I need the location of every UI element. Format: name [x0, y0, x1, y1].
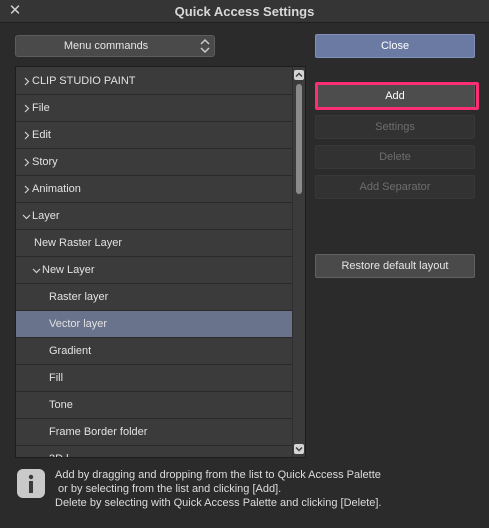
help-text-line-1: Add by dragging and dropping from the li…: [55, 469, 381, 481]
info-icon: [17, 469, 45, 498]
tree-item[interactable]: Layer: [16, 203, 293, 230]
scrollbar-thumb[interactable]: [296, 84, 302, 194]
tree-item[interactable]: Story: [16, 149, 293, 176]
tree-item[interactable]: Raster layer: [16, 284, 293, 311]
tree-item[interactable]: Gradient: [16, 338, 293, 365]
tree-item-label: Story: [32, 156, 58, 168]
tree-item[interactable]: New Raster Layer: [16, 230, 293, 257]
tree-item[interactable]: CLIP STUDIO PAINT: [16, 68, 293, 95]
tree-item-label: Gradient: [49, 345, 92, 357]
add-button-highlight: [315, 82, 479, 110]
tree-item-label: Raster layer: [49, 291, 109, 303]
restore-default-layout-button[interactable]: Restore default layout: [315, 254, 475, 278]
delete-button[interactable]: Delete: [315, 145, 475, 169]
tree-item[interactable]: Fill: [16, 365, 293, 392]
tree-item[interactable]: File: [16, 95, 293, 122]
tree-item[interactable]: Animation: [16, 176, 293, 203]
up-down-chevron-icon: [199, 37, 211, 55]
window-title: Quick Access Settings: [174, 4, 315, 19]
chevron-right-icon[interactable]: [22, 68, 32, 94]
chevron-down-icon[interactable]: [32, 257, 42, 283]
tree-item[interactable]: 3D l...: [16, 446, 293, 457]
tree-item-label: Frame Border folder: [49, 426, 148, 438]
tree-item[interactable]: Vector layer: [16, 311, 293, 338]
chevron-right-icon[interactable]: [22, 122, 32, 148]
command-tree-list[interactable]: CLIP STUDIO PAINT File Edit Story Animation L…: [15, 66, 306, 458]
dropdown-selected-value: Menu commands: [63, 40, 149, 52]
category-dropdown[interactable]: Menu commands: [15, 35, 215, 57]
tree-item-label: New Raster Layer: [34, 237, 123, 249]
title-bar: ✕ Quick Access Settings: [0, 0, 489, 23]
help-text: Add by dragging and dropping from the li…: [55, 468, 485, 510]
tree-item-label: Fill: [49, 372, 64, 384]
scroll-up-icon[interactable]: [294, 70, 304, 80]
tree-item-label: Animation: [32, 183, 81, 195]
tree-item[interactable]: Edit: [16, 122, 293, 149]
help-text-line-3: Delete by selecting with Quick Access Pa…: [55, 497, 382, 509]
add-separator-button[interactable]: Add Separator: [315, 175, 475, 199]
tree-item-label: Tone: [49, 399, 73, 411]
chevron-down-icon[interactable]: [22, 203, 32, 229]
tree-item-label: File: [32, 102, 50, 114]
settings-button[interactable]: Settings: [315, 115, 475, 139]
chevron-right-icon[interactable]: [22, 176, 32, 202]
tree-item-label: CLIP STUDIO PAINT: [32, 75, 136, 87]
scroll-down-icon[interactable]: [294, 444, 304, 454]
close-button[interactable]: Close: [315, 34, 475, 58]
tree-item-label: Layer: [32, 210, 60, 222]
tree-item-label: Edit: [32, 129, 51, 141]
chevron-right-icon[interactable]: [22, 149, 32, 175]
help-text-line-2: or by selecting from the list and clicki…: [55, 483, 282, 495]
tree-item-label: 3D l...: [49, 453, 78, 457]
chevron-right-icon[interactable]: [22, 95, 32, 121]
tree-item[interactable]: New Layer: [16, 257, 293, 284]
tree-item[interactable]: Frame Border folder: [16, 419, 293, 446]
tree-item-label: Vector layer: [49, 318, 108, 330]
tree-item[interactable]: Tone: [16, 392, 293, 419]
tree-scrollbar[interactable]: [292, 67, 305, 457]
tree-item-label: New Layer: [42, 264, 95, 276]
